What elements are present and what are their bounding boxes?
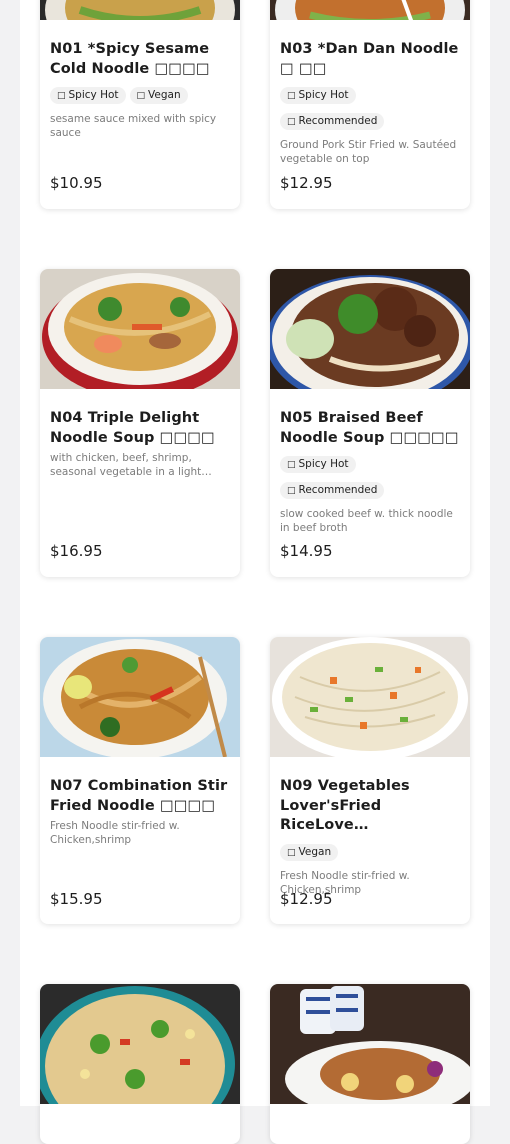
tag-vegan: □ Vegan — [129, 87, 188, 104]
item-tags: □ Spicy Hot □ Recommended — [280, 452, 460, 504]
thumbs-up-icon: □ — [287, 486, 296, 496]
leaf-icon: □ — [287, 847, 296, 858]
food-image-n03 — [270, 0, 470, 20]
item-price: $12.95 — [280, 890, 333, 908]
pepper-icon: □ — [287, 460, 296, 470]
food-image-n01 — [40, 0, 240, 20]
menu-item-card-n03[interactable]: N03 *Dan Dan Noodle □ □□ □ Spicy Hot □ Reco… — [270, 0, 470, 209]
menu-item-card-n04[interactable]: N04 Triple Delight Noodle Soup □□□□ with… — [40, 269, 240, 577]
food-image-n04 — [40, 269, 240, 389]
leaf-icon: □ — [136, 91, 146, 101]
item-description: with chicken, beef, shrimp, seasonal veg… — [50, 452, 212, 478]
item-tags: □ Spicy Hot □ Recommended — [280, 83, 460, 135]
pepper-icon: □ — [287, 91, 296, 101]
menu-item-card-n07[interactable]: N07 Combination Stir Fried Noodle □□□□ F… — [40, 637, 240, 924]
item-title: N03 *Dan Dan Noodle □ □□ — [280, 41, 459, 77]
pepper-icon: □ — [57, 91, 66, 101]
tag-spicy-hot: □ Spicy Hot — [50, 87, 126, 104]
food-image-n07 — [40, 637, 240, 757]
item-price: $15.95 — [50, 890, 103, 908]
item-price: $12.95 — [280, 174, 333, 192]
menu-item-card-n09[interactable]: N09 Vegetables Lover'sFried RiceLove… □ V… — [270, 637, 470, 924]
item-title: N05 Braised Beef Noodle Soup □□□□□ — [280, 410, 459, 446]
menu-item-card-next-2[interactable] — [270, 984, 470, 1144]
menu-item-card-next-1[interactable] — [40, 984, 240, 1144]
item-description: sesame sauce mixed with spicy sauce — [50, 113, 217, 139]
item-description: Fresh Noodle stir-fried w. Chicken,shrim… — [50, 820, 180, 846]
tag-spicy-hot: □ Spicy Hot — [280, 456, 356, 473]
item-price: $14.95 — [280, 542, 333, 560]
item-title: N01 *Spicy Sesame Cold Noodle □□□□ — [50, 41, 210, 77]
item-title: N04 Triple Delight Noodle Soup □□□□ — [50, 410, 215, 446]
item-description: Ground Pork Stir Fried w. Sautéed vegeta… — [280, 139, 457, 165]
item-price: $10.95 — [50, 174, 103, 192]
food-image-next-2 — [270, 984, 470, 1104]
item-title: N07 Combination Stir Fried Noodle □□□□ — [50, 778, 228, 814]
menu-page: N01 *Spicy Sesame Cold Noodle □□□□ □ Spic… — [20, 0, 490, 1144]
tag-recommended: □ Recommended — [280, 482, 385, 499]
item-tags: □ Vegan — [280, 840, 460, 866]
item-tags: □ Spicy Hot □ Vegan — [50, 83, 230, 109]
item-description: slow cooked beef w. thick noodle in beef… — [280, 508, 453, 534]
tag-recommended: □ Recommended — [280, 113, 385, 130]
item-title: N09 Vegetables Lover'sFried RiceLove… — [280, 778, 410, 833]
menu-item-card-n05[interactable]: N05 Braised Beef Noodle Soup □□□□□ □ Spic… — [270, 269, 470, 577]
food-image-n09 — [270, 637, 470, 757]
tag-vegan: □ Vegan — [280, 843, 339, 861]
item-price: $16.95 — [50, 542, 103, 560]
food-image-n05 — [270, 269, 470, 389]
food-image-next-1 — [40, 984, 240, 1104]
menu-item-card-n01[interactable]: N01 *Spicy Sesame Cold Noodle □□□□ □ Spic… — [40, 0, 240, 209]
thumbs-up-icon: □ — [287, 117, 296, 127]
tag-spicy-hot: □ Spicy Hot — [280, 87, 356, 104]
